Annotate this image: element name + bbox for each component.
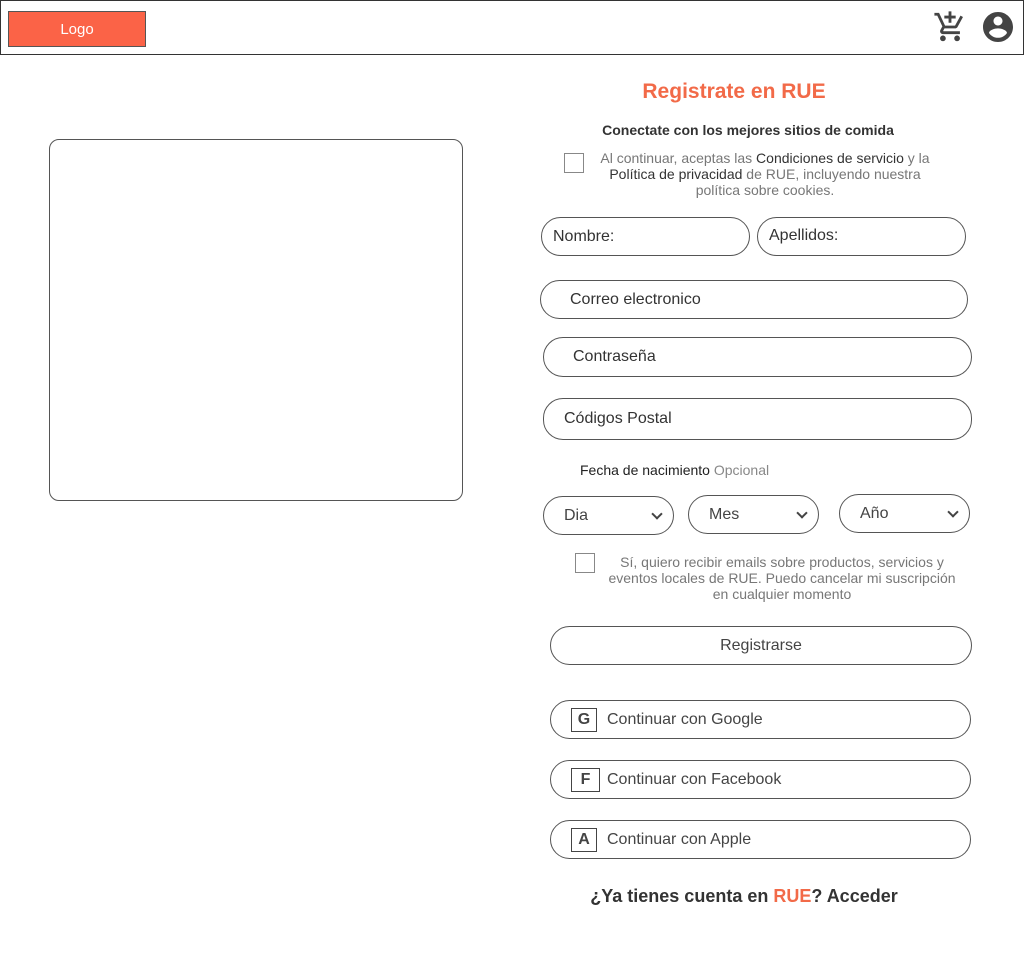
birthdate-optional-text: Opcional (713, 462, 770, 478)
register-button-label: Registrarse (720, 636, 802, 654)
birthdate-label-text: Fecha de nacimiento (580, 462, 710, 478)
marketing-checkbox[interactable] (575, 553, 595, 573)
continue-with-facebook-button[interactable]: F Continuar con Facebook (550, 760, 971, 799)
logo-button[interactable]: Logo (8, 11, 146, 47)
terms-checkbox[interactable] (564, 153, 584, 173)
terms-middle: y la (903, 150, 930, 166)
login-prompt-prefix: ¿Ya tienes cuenta en (590, 886, 774, 906)
continue-with-google-button[interactable]: G Continuar con Google (550, 700, 971, 739)
continue-with-apple-button[interactable]: A Continuar con Apple (550, 820, 971, 859)
last-name-field[interactable]: Apellidos: (757, 217, 966, 256)
page-subtitle: Conectate con los mejores sitios de comi… (602, 122, 894, 138)
month-select-value: Mes (709, 505, 740, 523)
apple-icon: A (571, 827, 597, 852)
first-name-field[interactable]: Nombre: (541, 217, 750, 256)
add-shopping-cart-glyph (934, 11, 963, 42)
login-link[interactable]: ? Acceder (811, 886, 897, 906)
google-icon: G (571, 707, 597, 732)
add-shopping-cart-icon[interactable] (932, 9, 968, 45)
page-title: Registrate en RUE (642, 80, 826, 103)
continue-with-apple-label: Continuar con Apple (607, 830, 752, 848)
month-select[interactable]: Mes (688, 495, 819, 534)
postal-code-field[interactable]: Códigos Postal (543, 398, 972, 440)
email-placeholder: Correo electronico (570, 290, 701, 308)
year-select[interactable]: Año (839, 494, 970, 533)
facebook-icon: F (571, 767, 600, 792)
continue-with-google-label: Continuar con Google (607, 710, 763, 728)
privacy-policy-link[interactable]: Política de privacidad (609, 166, 742, 182)
terms-of-service-link[interactable]: Condiciones de servicio (756, 150, 904, 166)
postal-code-placeholder: Códigos Postal (564, 410, 672, 427)
last-name-placeholder: Apellidos: (769, 226, 839, 244)
continue-with-facebook-label: Continuar con Facebook (607, 770, 782, 788)
password-field[interactable]: Contraseña (543, 337, 972, 377)
hero-image-placeholder (49, 139, 463, 501)
top-header: Logo (0, 0, 1024, 55)
login-prompt: ¿Ya tienes cuenta en RUE? Acceder (540, 886, 948, 907)
terms-text: Al continuar, aceptas las Condiciones de… (596, 150, 934, 198)
email-field[interactable]: Correo electronico (540, 280, 968, 319)
year-select-value: Año (860, 504, 889, 522)
chevron-down-icon (651, 507, 663, 520)
account-circle-icon[interactable] (980, 9, 1016, 45)
day-select[interactable]: Dia (543, 496, 674, 535)
password-placeholder: Contraseña (573, 348, 656, 365)
terms-prefix: Al continuar, aceptas las (600, 150, 757, 166)
account-circle-glyph (983, 12, 1013, 42)
marketing-consent-text: Sí, quiero recibir emails sobre producto… (608, 554, 956, 602)
chevron-down-icon (947, 505, 959, 518)
login-prompt-brand: RUE (773, 886, 812, 906)
birthdate-label: Fecha de nacimiento Opcional (580, 462, 769, 478)
register-button[interactable]: Registrarse (550, 626, 972, 665)
day-select-value: Dia (564, 506, 589, 524)
first-name-placeholder: Nombre: (553, 227, 615, 245)
chevron-down-icon (796, 506, 808, 519)
